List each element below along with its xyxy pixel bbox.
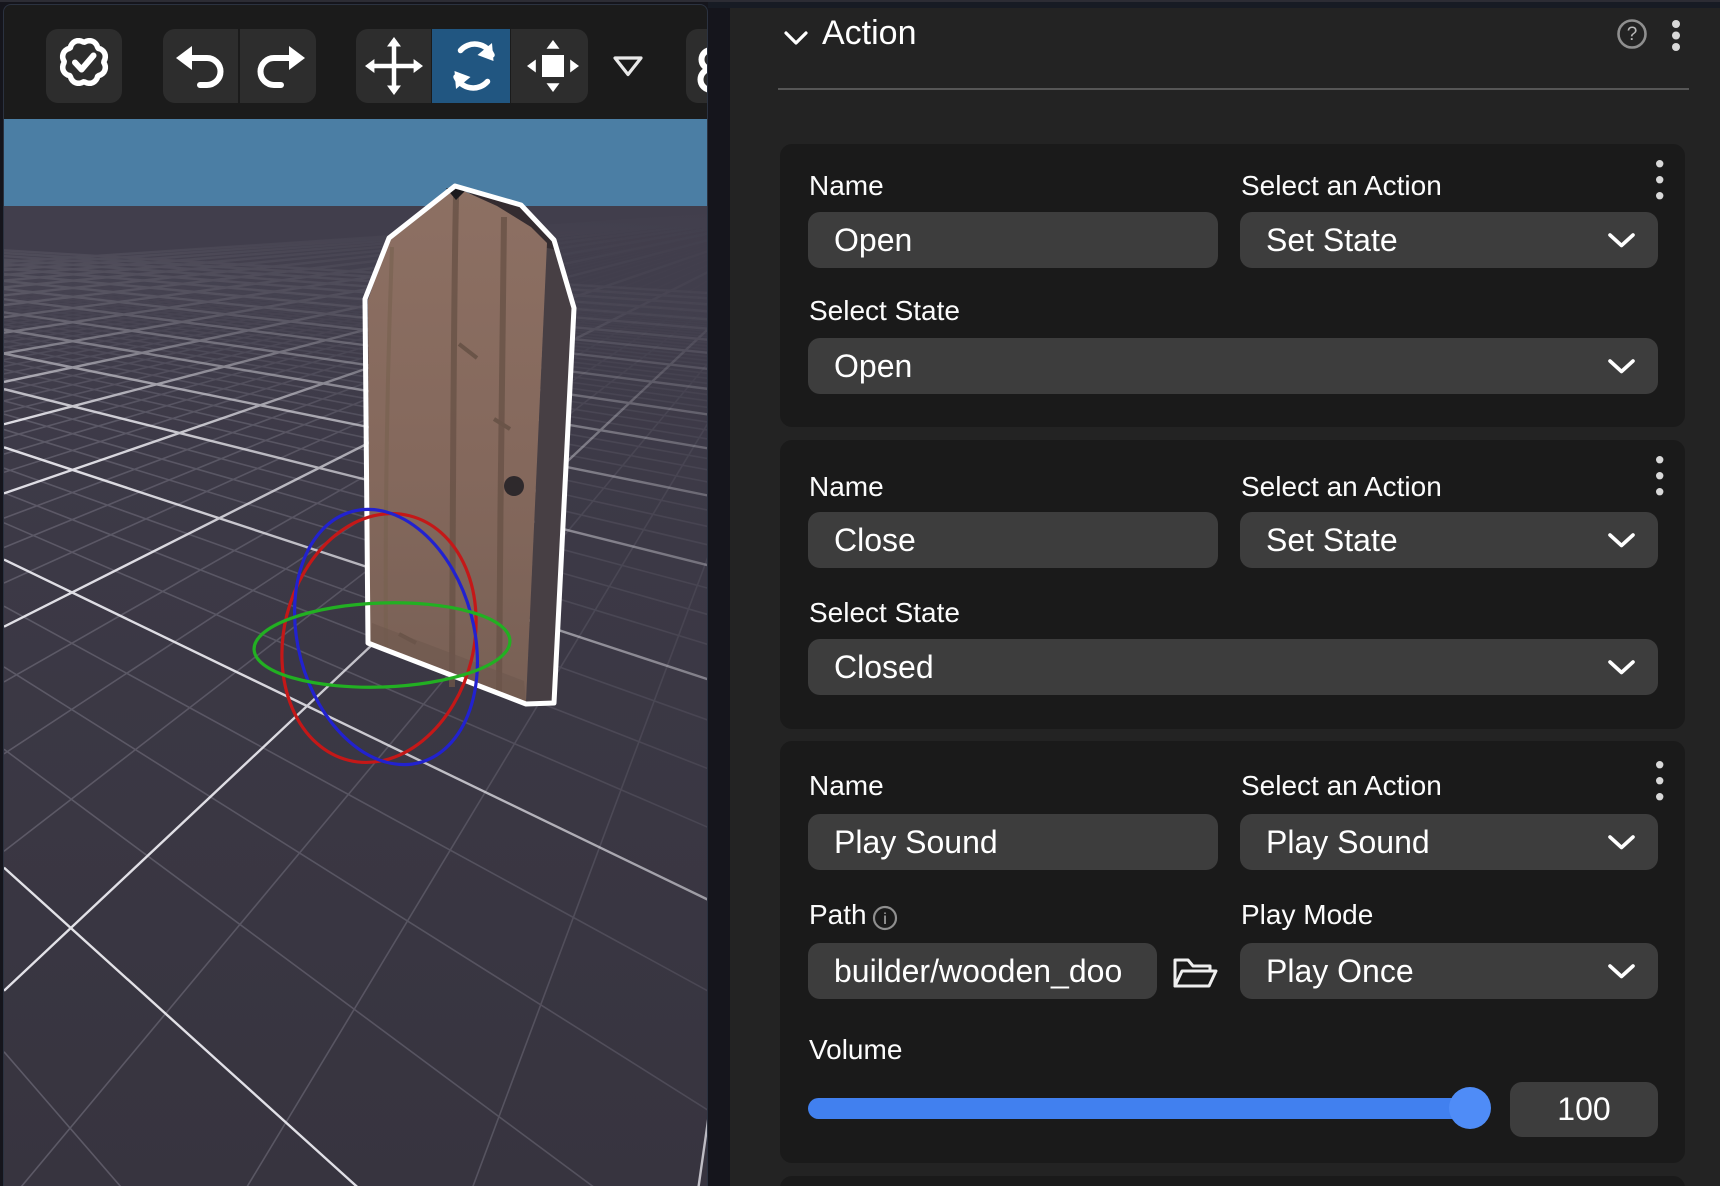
svg-text:?: ?	[1627, 24, 1638, 45]
svg-text:i: i	[883, 911, 887, 928]
